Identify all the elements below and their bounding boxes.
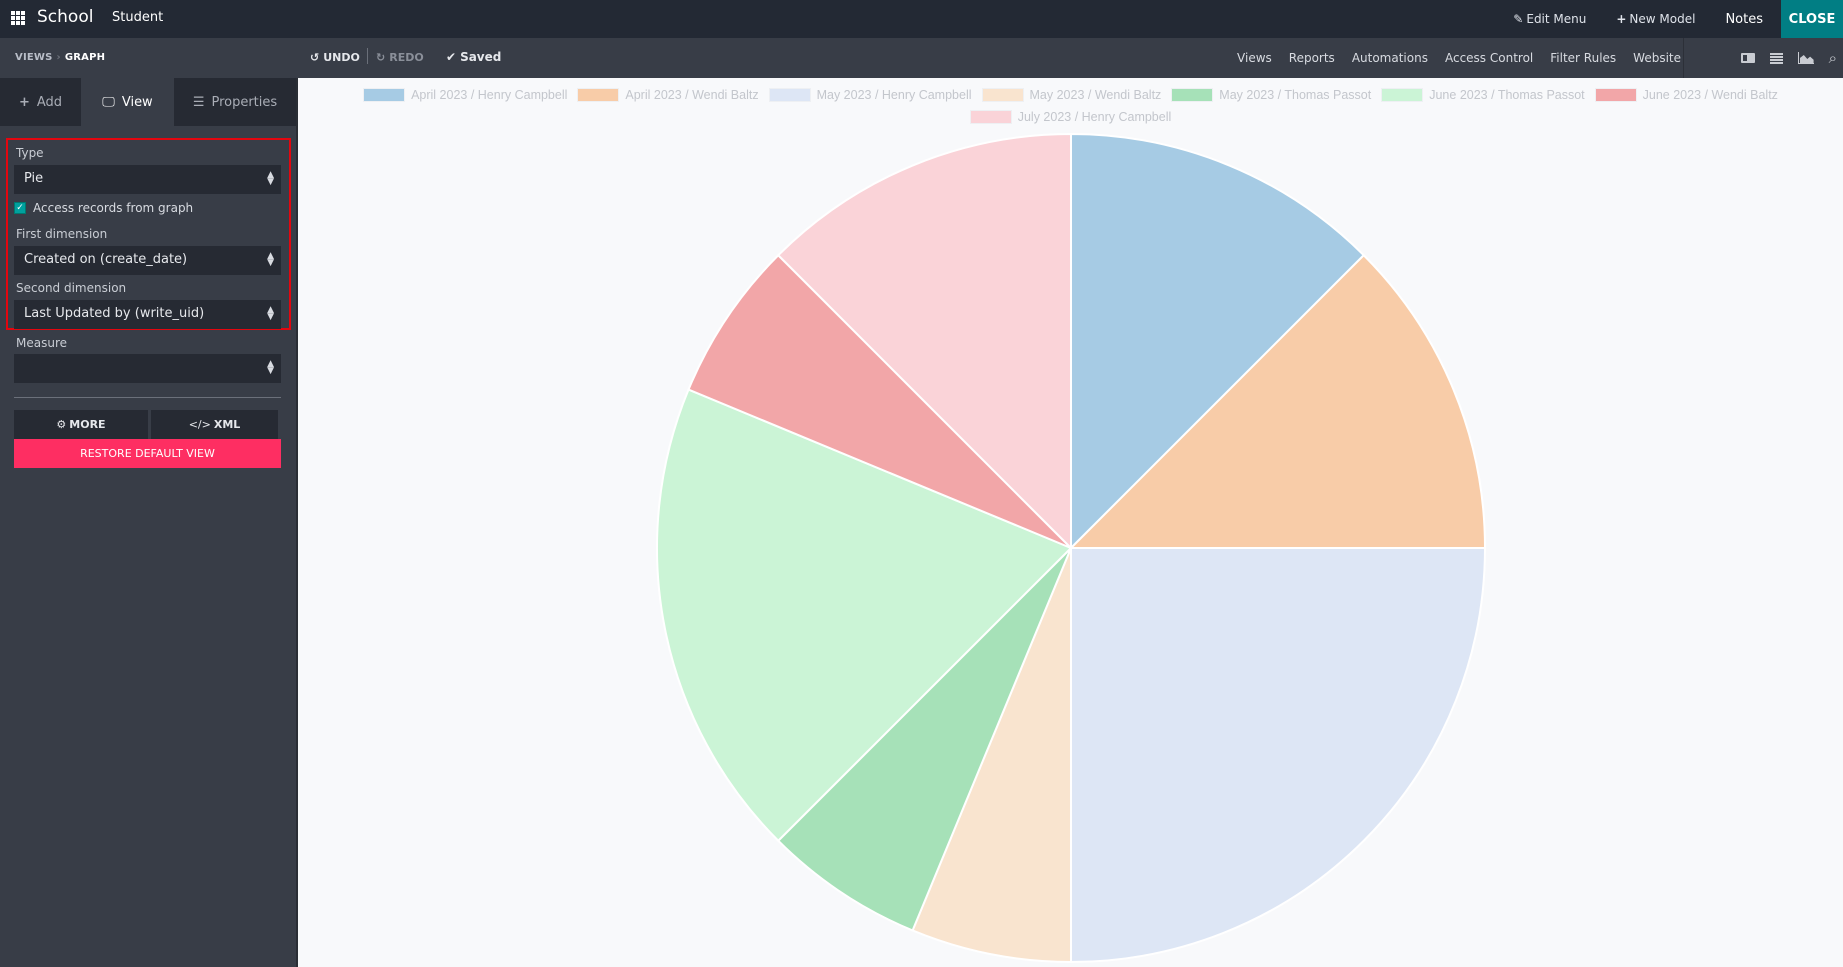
legend-label: May 2023 / Wendi Baltz — [1029, 88, 1162, 102]
legend-swatch — [1381, 88, 1424, 102]
pie-chart — [656, 132, 1487, 964]
legend-item[interactable]: June 2023 / Wendi Baltz — [1594, 88, 1778, 102]
legend-label: April 2023 / Henry Campbell — [411, 88, 568, 102]
legend-item[interactable]: May 2023 / Henry Campbell — [768, 88, 972, 102]
pie-slice[interactable] — [1070, 547, 1487, 964]
legend-swatch — [577, 88, 620, 102]
legend-swatch — [363, 88, 406, 102]
legend-item[interactable]: May 2023 / Wendi Baltz — [981, 88, 1162, 102]
legend-swatch — [969, 110, 1012, 124]
legend-label: May 2023 / Thomas Passot — [1219, 88, 1372, 102]
legend-label: June 2023 / Thomas Passot — [1429, 88, 1585, 102]
legend-item[interactable]: April 2023 / Henry Campbell — [363, 88, 567, 102]
legend-item[interactable]: May 2023 / Thomas Passot — [1171, 88, 1371, 102]
chart-legend: April 2023 / Henry Campbell April 2023 / … — [298, 84, 1843, 128]
legend-item[interactable]: July 2023 / Henry Campbell — [969, 110, 1172, 124]
legend-item[interactable]: April 2023 / Wendi Baltz — [577, 88, 759, 102]
legend-swatch — [1594, 88, 1637, 102]
legend-swatch — [1171, 88, 1214, 102]
legend-swatch — [768, 88, 811, 102]
legend-label: June 2023 / Wendi Baltz — [1642, 88, 1778, 102]
legend-label: July 2023 / Henry Campbell — [1017, 110, 1172, 124]
legend-label: May 2023 / Henry Campbell — [816, 88, 972, 102]
legend-item[interactable]: June 2023 / Thomas Passot — [1381, 88, 1585, 102]
legend-swatch — [981, 88, 1024, 102]
legend-label: April 2023 / Wendi Baltz — [625, 88, 759, 102]
